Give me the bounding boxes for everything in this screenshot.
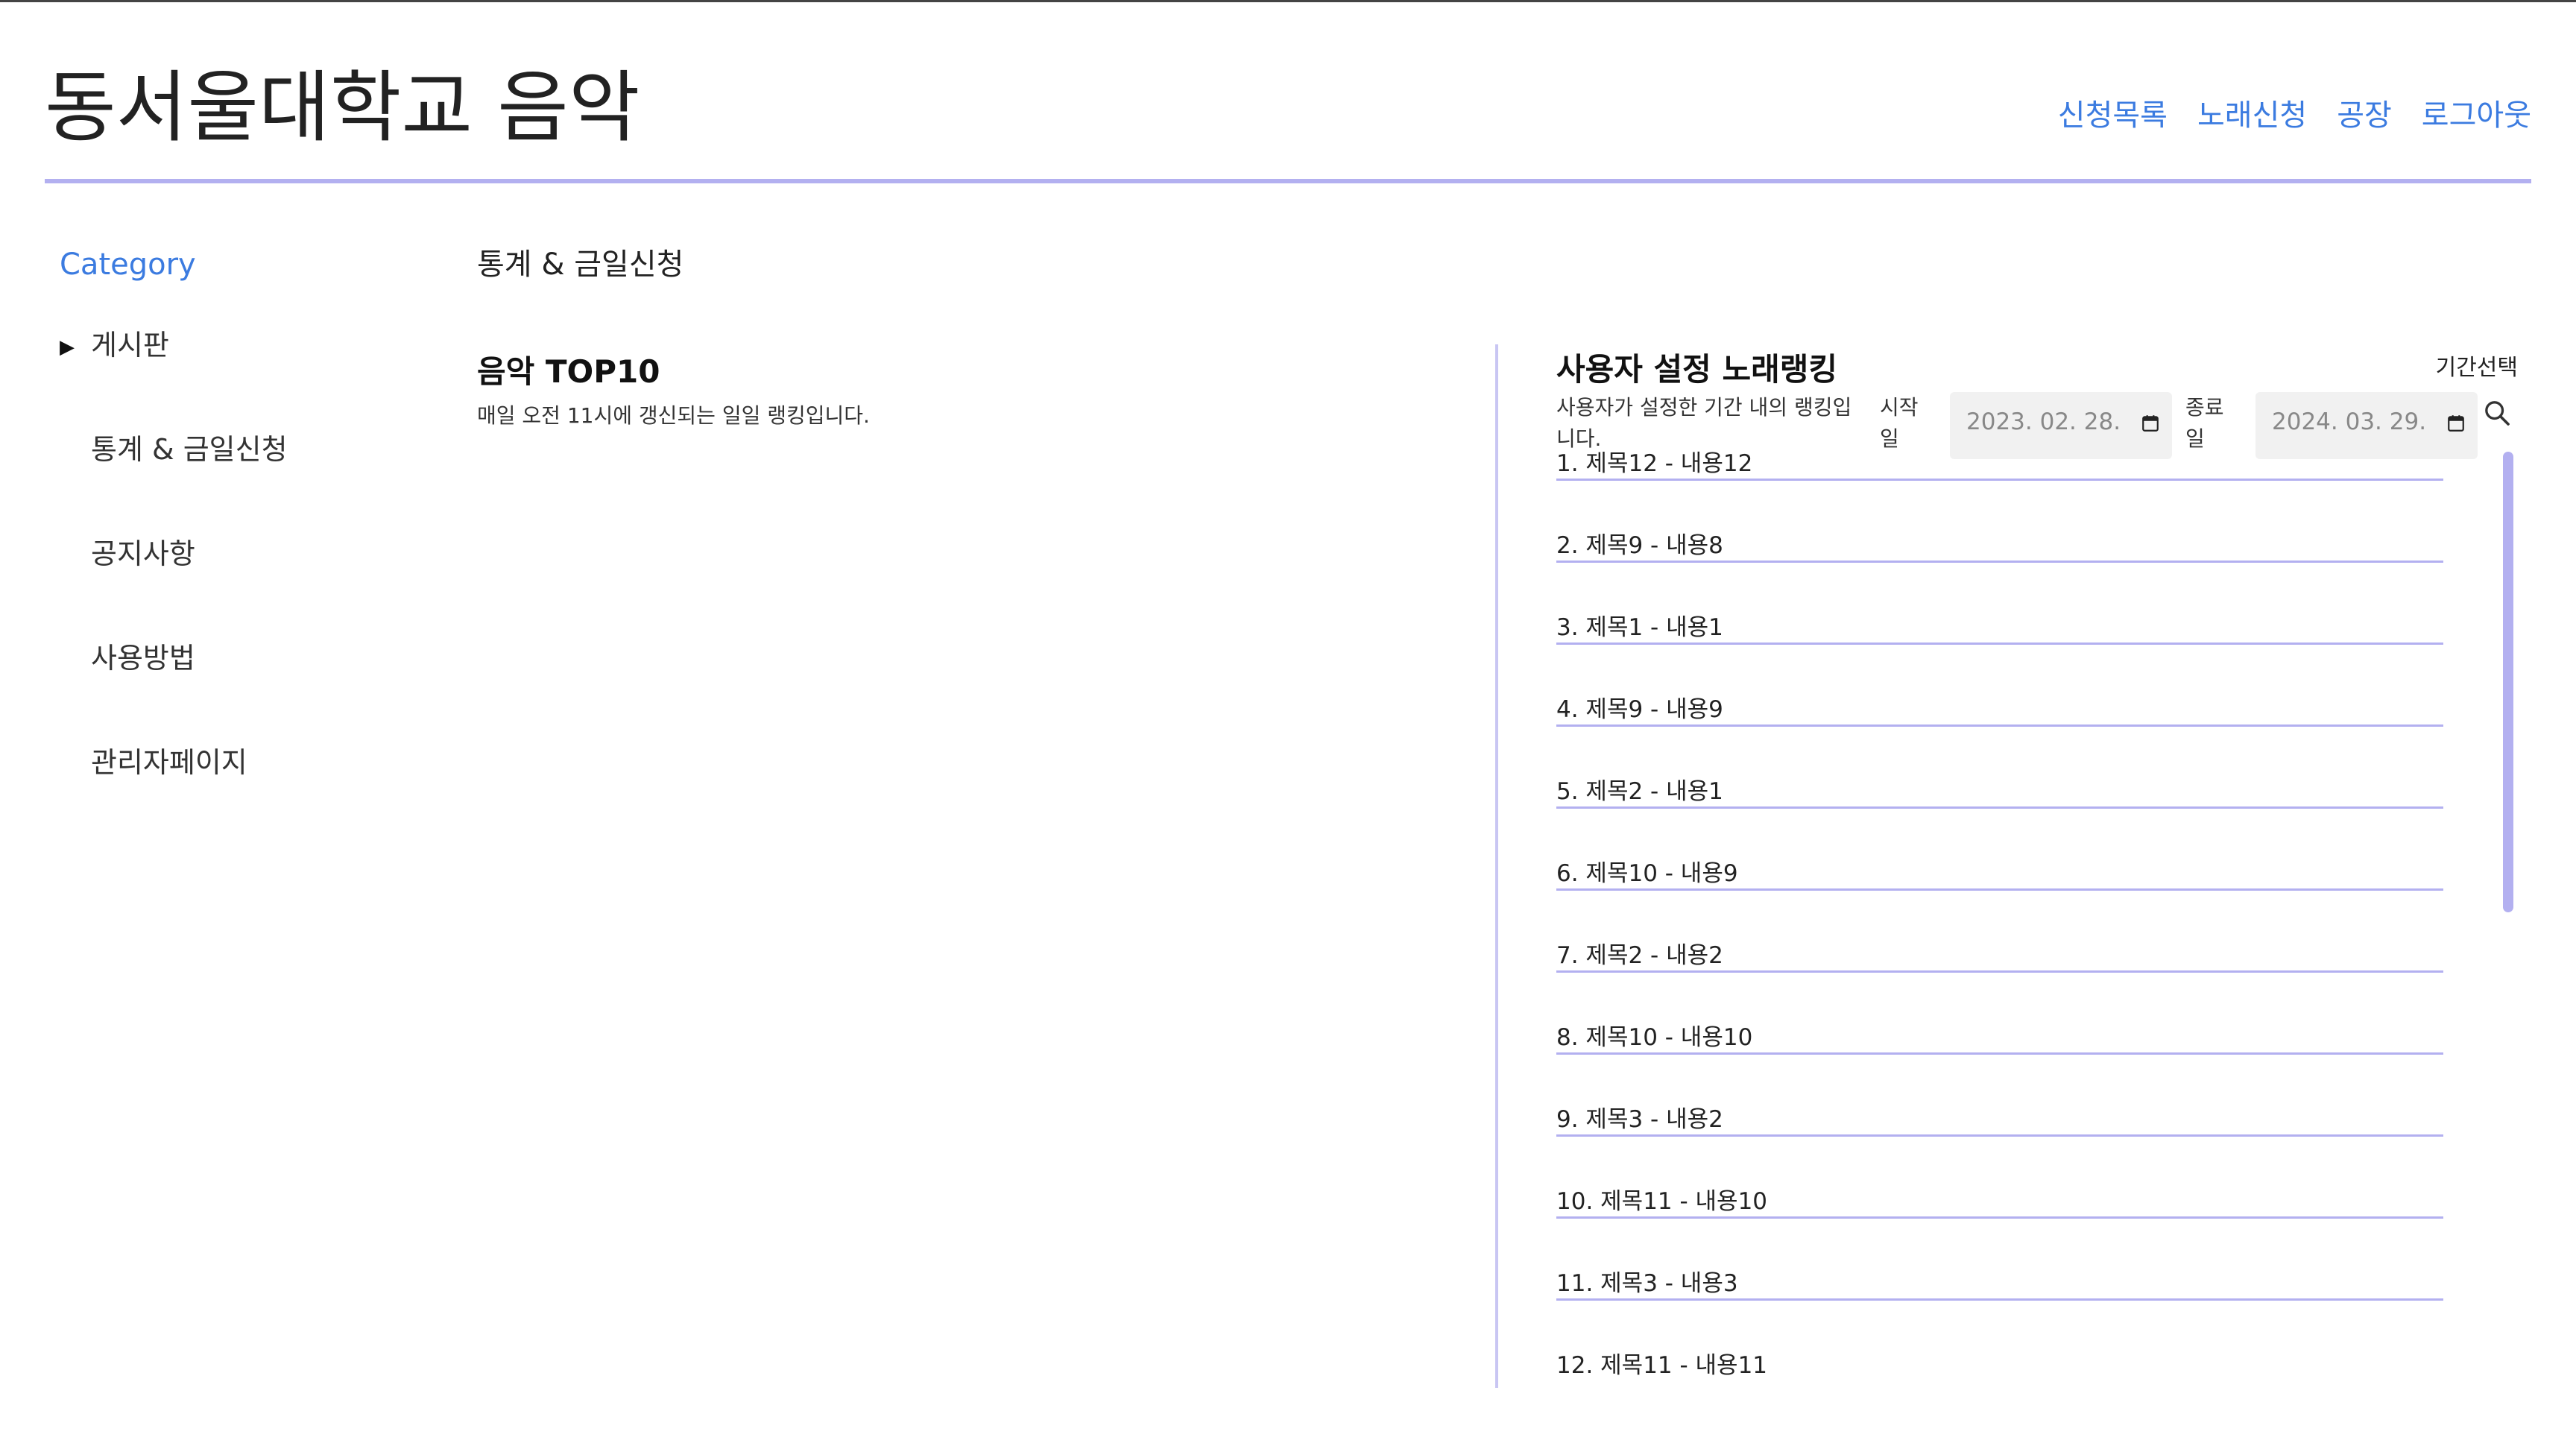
- start-date-label: 시작일: [1880, 395, 1919, 451]
- nav-link-factory[interactable]: 공장: [2337, 91, 2392, 134]
- sidebar-item-stats[interactable]: 통계 & 금일신청: [60, 431, 395, 535]
- item-divider: [1556, 970, 2443, 973]
- sidebar-item-admin[interactable]: 관리자페이지: [60, 744, 395, 848]
- custom-ranking-section: 사용자 설정 노래랭킹 기간선택 사용자가 설정한 기간 내의 랭킹입니다. 시…: [1556, 344, 2518, 1388]
- ranking-list: 1. 제목12 - 내용12 2. 제목9 - 내용8 3. 제목1 - 내용1…: [1556, 449, 2443, 1433]
- item-divider: [1556, 1052, 2443, 1055]
- top10-title: 음악 TOP10: [477, 353, 660, 390]
- end-date-label: 종료일: [2185, 395, 2224, 451]
- sidebar-item-board[interactable]: ▶ 게시판: [60, 326, 395, 431]
- start-date-value: 2023. 02. 28.: [1966, 408, 2121, 435]
- ranking-list-item[interactable]: 2. 제목9 - 내용8: [1556, 531, 2443, 613]
- item-divider: [1556, 643, 2443, 645]
- ranking-list-item[interactable]: 1. 제목12 - 내용12: [1556, 449, 2443, 531]
- ranking-item-text: 2. 제목9 - 내용8: [1556, 532, 1723, 559]
- page-title: 통계 & 금일신청: [477, 247, 684, 282]
- top10-subtitle: 매일 오전 11시에 갱신되는 일일 랭킹입니다.: [477, 403, 870, 428]
- sidebar-title: Category: [60, 247, 196, 282]
- ranking-item-text: 3. 제목1 - 내용1: [1556, 614, 1723, 641]
- column-divider: [1495, 344, 1498, 1388]
- ranking-title: 사용자 설정 노래랭킹: [1556, 351, 1838, 388]
- search-icon[interactable]: [2482, 398, 2512, 428]
- ranking-list-item[interactable]: 5. 제목2 - 내용1: [1556, 777, 2443, 859]
- item-divider: [1556, 888, 2443, 891]
- top10-section: 음악 TOP10 매일 오전 11시에 갱신되는 일일 랭킹입니다.: [477, 347, 1446, 429]
- sidebar-item-how-to-use[interactable]: 사용방법: [60, 640, 395, 744]
- ranking-list-item[interactable]: 8. 제목10 - 내용10: [1556, 1023, 2443, 1105]
- calendar-icon[interactable]: [2446, 414, 2466, 433]
- site-header: 동서울대학교 음악 신청목록 노래신청 공장 로그아웃: [45, 52, 2531, 183]
- sidebar-item-label: 사용방법: [91, 642, 195, 675]
- sidebar-item-label: 게시판: [91, 329, 169, 362]
- ranking-item-text: 1. 제목12 - 내용12: [1556, 450, 1753, 477]
- item-divider: [1556, 806, 2443, 809]
- item-divider: [1556, 561, 2443, 563]
- site-title[interactable]: 동서울대학교 음악: [45, 61, 640, 154]
- sidebar-item-label: 공지사항: [91, 537, 195, 570]
- triangle-right-icon[interactable]: ▶: [60, 329, 75, 366]
- sidebar: Category ▶ 게시판 통계 & 금일신청 공지사항 사용방법 관리자페이…: [60, 239, 395, 848]
- ranking-list-item[interactable]: 10. 제목11 - 내용10: [1556, 1187, 2443, 1269]
- ranking-item-text: 6. 제목10 - 내용9: [1556, 860, 1738, 887]
- item-divider: [1556, 1216, 2443, 1219]
- ranking-list-item[interactable]: 6. 제목10 - 내용9: [1556, 859, 2443, 941]
- ranking-item-text: 8. 제목10 - 내용10: [1556, 1024, 1753, 1051]
- ranking-list-item[interactable]: 11. 제목3 - 내용3: [1556, 1269, 2443, 1351]
- item-divider: [1556, 479, 2443, 481]
- end-date-value: 2024. 03. 29.: [2272, 408, 2427, 435]
- nav-link-request-list[interactable]: 신청목록: [2058, 91, 2168, 134]
- ranking-item-text: 12. 제목11 - 내용11: [1556, 1352, 1768, 1379]
- item-divider: [1556, 1298, 2443, 1301]
- ranking-item-text: 9. 제목3 - 내용2: [1556, 1106, 1723, 1133]
- item-divider: [1556, 1134, 2443, 1137]
- calendar-icon[interactable]: [2141, 414, 2160, 433]
- item-divider: [1556, 724, 2443, 727]
- nav-link-song-request[interactable]: 노래신청: [2197, 91, 2307, 134]
- sidebar-menu: ▶ 게시판 통계 & 금일신청 공지사항 사용방법 관리자페이지: [60, 326, 395, 848]
- top-nav: 신청목록 노래신청 공장 로그아웃: [2058, 91, 2531, 134]
- ranking-list-item[interactable]: 3. 제목1 - 내용1: [1556, 613, 2443, 695]
- ranking-description: 사용자가 설정한 기간 내의 랭킹입니다.: [1556, 395, 1852, 451]
- ranking-item-text: 10. 제목11 - 내용10: [1556, 1188, 1768, 1215]
- ranking-list-item[interactable]: 7. 제목2 - 내용2: [1556, 941, 2443, 1023]
- nav-link-logout[interactable]: 로그아웃: [2422, 91, 2531, 134]
- ranking-item-text: 11. 제목3 - 내용3: [1556, 1270, 1738, 1297]
- ranking-item-text: 7. 제목2 - 내용2: [1556, 942, 1723, 969]
- ranking-item-text: 4. 제목9 - 내용9: [1556, 696, 1723, 723]
- sidebar-item-label: 통계 & 금일신청: [91, 433, 288, 466]
- ranking-item-text: 5. 제목2 - 내용1: [1556, 778, 1723, 805]
- ranking-list-item[interactable]: 12. 제목11 - 내용11: [1556, 1351, 2443, 1433]
- top-border: [0, 0, 2576, 2]
- sidebar-item-label: 관리자페이지: [91, 746, 247, 779]
- sidebar-item-notice[interactable]: 공지사항: [60, 535, 395, 640]
- ranking-list-item[interactable]: 4. 제목9 - 내용9: [1556, 695, 2443, 777]
- period-select-label: 기간선택: [2435, 355, 2518, 381]
- ranking-list-item[interactable]: 9. 제목3 - 내용2: [1556, 1105, 2443, 1187]
- ranking-scrollbar[interactable]: [2503, 452, 2513, 912]
